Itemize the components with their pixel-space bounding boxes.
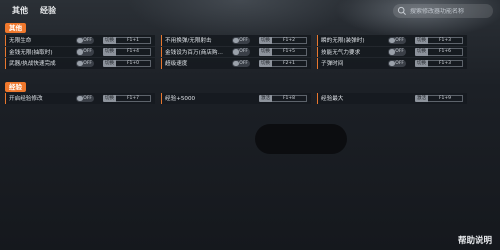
- hotkey-action: 切换: [103, 94, 116, 102]
- cheat-row: 无限生命 OFF 切换 F1+1: [5, 35, 155, 46]
- toggle-switch[interactable]: OFF: [76, 48, 94, 56]
- cheat-label: 瞬的无限(装弹时): [321, 38, 365, 45]
- cheat-grid-other: 无限生命 OFF 切换 F1+1 不用换弹/无限射击 OFF 切换 F1+2 瞬的无…: [3, 35, 499, 69]
- cheat-row: 金钱设为百万(商店购... OFF 切换 F1+5: [161, 46, 311, 57]
- cheat-row: 超级速度 OFF 切换 F2+1: [161, 58, 311, 69]
- cheat-row: 技能无气力要求 OFF 切换 F1+6: [317, 46, 467, 57]
- tab-experience[interactable]: 经验: [34, 0, 62, 22]
- search-icon: [397, 6, 406, 15]
- toggle-switch[interactable]: OFF: [232, 48, 250, 56]
- cheat-label: 开启经验修改: [9, 96, 43, 103]
- hotkey-action: 切换: [103, 59, 116, 67]
- search-input[interactable]: [410, 7, 488, 15]
- toggle-switch[interactable]: OFF: [232, 59, 250, 67]
- cheat-label: 经验最大: [321, 96, 344, 103]
- cheat-row: 金钱无限(抽取时) OFF 切换 F1+4: [5, 46, 155, 57]
- hotkey-button[interactable]: 切换 F2+1: [259, 59, 307, 67]
- cheat-label: 超级速度: [165, 61, 188, 68]
- hotkey-action: 切换: [259, 59, 272, 67]
- hotkey-button[interactable]: 切换 F1+4: [103, 48, 151, 56]
- hotkey-button[interactable]: 切换 F1+3: [415, 59, 463, 67]
- toggle-switch[interactable]: OFF: [76, 36, 94, 44]
- toggle-switch[interactable]: OFF: [388, 48, 406, 56]
- hotkey-key: F1+2: [272, 36, 307, 44]
- toggle-switch[interactable]: OFF: [76, 94, 94, 102]
- cheat-row: 经验最大 激活 F1+9: [317, 93, 467, 104]
- hotkey-key: F1+9: [428, 94, 463, 102]
- hotkey-action: 切换: [103, 36, 116, 44]
- hotkey-action: 切换: [415, 48, 428, 56]
- hotkey-key: F1+0: [116, 59, 151, 67]
- cheat-row: 开启经验修改 OFF 切换 F1+7: [5, 93, 155, 104]
- hotkey-key: F1+4: [116, 48, 151, 56]
- redaction-blob: [255, 124, 347, 154]
- toggle-switch[interactable]: OFF: [76, 59, 94, 67]
- hotkey-button[interactable]: 激活 F1+9: [415, 94, 463, 102]
- hotkey-key: F1+3: [428, 36, 463, 44]
- cheat-label: 技能无气力要求: [321, 49, 361, 56]
- cheat-label: 无限生命: [9, 38, 32, 45]
- toggle-switch[interactable]: OFF: [388, 36, 406, 44]
- hotkey-action: 切换: [259, 36, 272, 44]
- hotkey-action: 切换: [415, 36, 428, 44]
- hotkey-action: 切换: [259, 48, 272, 56]
- cheat-label: 武器/执战快速完成: [9, 61, 56, 68]
- hotkey-button[interactable]: 切换 F1+5: [259, 48, 307, 56]
- hotkey-button[interactable]: 切换 F1+2: [259, 36, 307, 44]
- section-title-other: 其他: [5, 23, 26, 33]
- cheat-row: 瞬的无限(装弹时) OFF 切换 F1+3: [317, 35, 467, 46]
- hotkey-key: F1+6: [428, 48, 463, 56]
- hotkey-key: F1+8: [272, 94, 307, 102]
- cheat-label: 金钱设为百万(商店购...: [165, 49, 223, 56]
- hotkey-button[interactable]: 切换 F1+7: [103, 94, 151, 102]
- hotkey-key: F1+5: [272, 48, 307, 56]
- hotkey-action: 激活: [415, 94, 428, 102]
- cheat-grid-experience: 开启经验修改 OFF 切换 F1+7 经验+5000 激活 F1+8 经验最大 激活…: [3, 93, 499, 104]
- cheat-label: 经验+5000: [165, 96, 196, 103]
- cheat-row: 经验+5000 激活 F1+8: [161, 93, 311, 104]
- tab-other[interactable]: 其他: [6, 0, 34, 22]
- cheat-row: 不用换弹/无限射击 OFF 切换 F1+2: [161, 35, 311, 46]
- search-box[interactable]: [393, 4, 493, 18]
- hotkey-key: F1+3: [428, 59, 463, 67]
- cheat-row: 武器/执战快速完成 OFF 切换 F1+0: [5, 58, 155, 69]
- toggle-switch[interactable]: OFF: [232, 36, 250, 44]
- hotkey-button[interactable]: 切换 F1+0: [103, 59, 151, 67]
- hotkey-key: F2+1: [272, 59, 307, 67]
- cheat-label: 不用换弹/无限射击: [165, 38, 212, 45]
- hotkey-action: 切换: [103, 48, 116, 56]
- hotkey-button[interactable]: 切换 F1+3: [415, 36, 463, 44]
- section-title-experience: 经验: [5, 82, 26, 92]
- hotkey-button[interactable]: 切换 F1+1: [103, 36, 151, 44]
- hotkey-action: 切换: [415, 59, 428, 67]
- hotkey-button[interactable]: 切换 F1+6: [415, 48, 463, 56]
- help-link[interactable]: 帮助说明: [458, 234, 492, 246]
- cheat-label: 金钱无限(抽取时): [9, 49, 53, 56]
- hotkey-action: 激活: [259, 94, 272, 102]
- cheat-label: 子弹时间: [321, 61, 344, 68]
- hotkey-button[interactable]: 激活 F1+8: [259, 94, 307, 102]
- cheat-row: 子弹时间 OFF 切换 F1+3: [317, 58, 467, 69]
- top-bar: 其他 经验: [0, 0, 500, 22]
- hotkey-key: F1+7: [116, 94, 151, 102]
- toggle-switch[interactable]: OFF: [388, 59, 406, 67]
- hotkey-key: F1+1: [116, 36, 151, 44]
